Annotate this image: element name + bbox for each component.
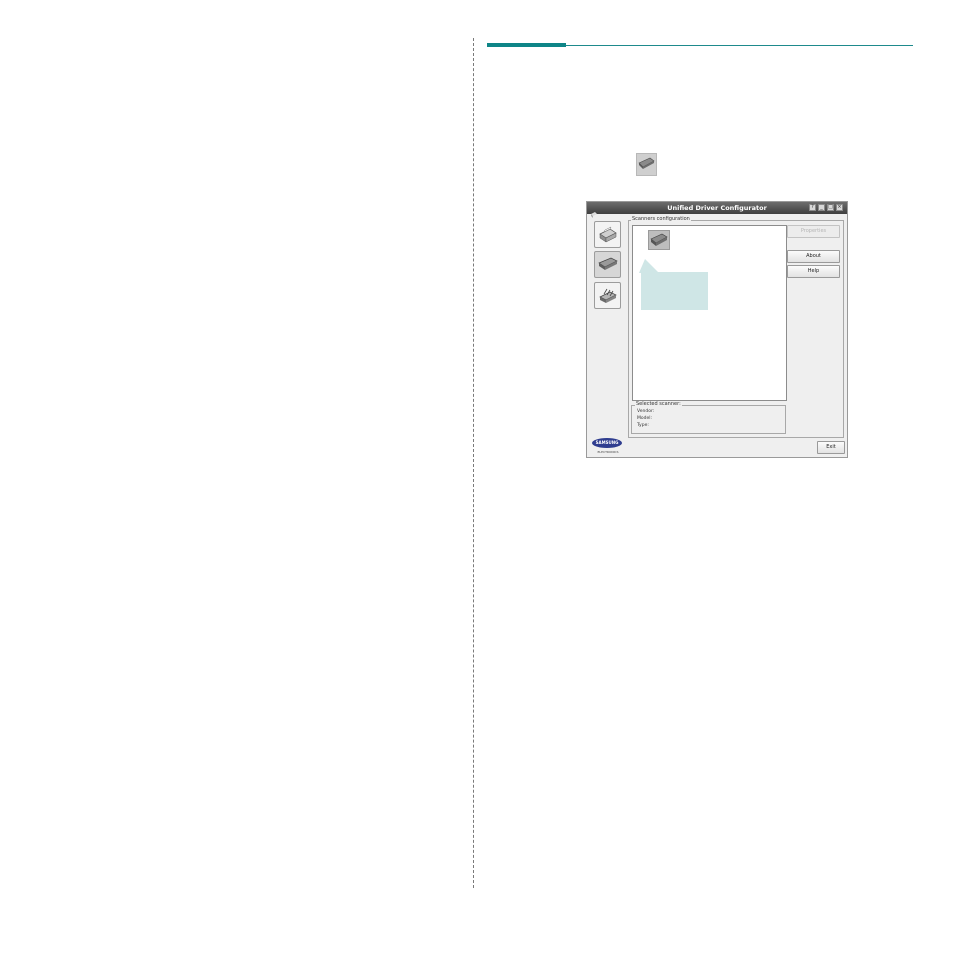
- selected-scanner-group: [631, 405, 786, 434]
- window-title: Unified Driver Configurator: [667, 204, 767, 212]
- help-window-button[interactable]: ?: [809, 204, 816, 211]
- callout-box: [641, 272, 708, 310]
- properties-button[interactable]: Properties: [787, 225, 840, 238]
- about-button[interactable]: About: [787, 250, 840, 263]
- maximize-window-button[interactable]: □: [827, 204, 834, 211]
- samsung-logo: SAMSUNG: [592, 438, 622, 448]
- scanner-list[interactable]: [632, 225, 787, 401]
- header-rule-accent: [487, 43, 566, 47]
- scanners-configuration-label: Scanners configuration: [631, 216, 691, 223]
- nav-ports-configuration[interactable]: [594, 282, 621, 309]
- nav-printers-configuration[interactable]: [594, 221, 621, 248]
- scanner-icon: [636, 153, 657, 176]
- type-label: Type:: [637, 423, 649, 428]
- help-button[interactable]: Help: [787, 265, 840, 278]
- scanner-list-item[interactable]: [648, 230, 670, 250]
- callout-pointer: [639, 259, 659, 273]
- nav-scanners-configuration[interactable]: [594, 251, 621, 278]
- unified-driver-configurator-window: Unified Driver Configurator ? _ □ × Scan…: [586, 201, 848, 458]
- title-bar: Unified Driver Configurator ? _ □ ×: [587, 202, 847, 218]
- column-divider: [473, 38, 474, 888]
- selected-scanner-label: Selected scanner:: [635, 401, 682, 408]
- model-label: Model:: [637, 416, 653, 421]
- minimize-window-button[interactable]: _: [818, 204, 825, 211]
- samsung-tagline: ELECTRONICS: [597, 450, 619, 454]
- vendor-label: Vendor:: [637, 409, 655, 414]
- exit-button[interactable]: Exit: [817, 441, 845, 454]
- close-window-button[interactable]: ×: [836, 204, 843, 211]
